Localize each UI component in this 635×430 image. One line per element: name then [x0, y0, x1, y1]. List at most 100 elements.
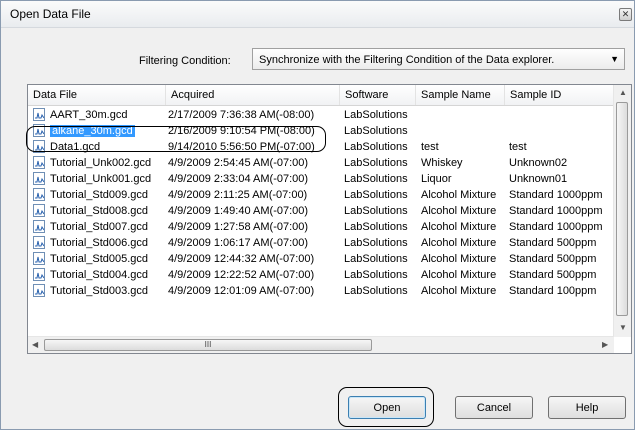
scroll-up-icon[interactable]: ▲: [619, 88, 627, 97]
window-title: Open Data File: [10, 7, 91, 21]
file-name-text: Tutorial_Std006.gcd: [50, 237, 149, 249]
sample-name-cell: Alcohol Mixture: [421, 285, 497, 297]
list-header: Data File Acquired Software Sample Name …: [28, 85, 614, 106]
scroll-grip: III: [204, 340, 212, 349]
software-cell: LabSolutions: [344, 285, 408, 297]
file-name-cell: Tutorial_Unk001.gcd: [50, 172, 156, 186]
vertical-scrollbar[interactable]: ▲ ▼: [613, 85, 631, 337]
software-cell: LabSolutions: [344, 125, 408, 137]
file-name-text: Tutorial_Std003.gcd: [50, 285, 149, 297]
acquired-cell: 4/9/2009 1:27:58 AM(-07:00): [168, 221, 309, 233]
acquired-cell: 2/17/2009 7:36:38 AM(-08:00): [168, 109, 315, 121]
software-cell: LabSolutions: [344, 189, 408, 201]
chromatogram-file-icon: [33, 252, 45, 265]
file-name-text: Data1.gcd: [50, 141, 101, 153]
scroll-left-icon[interactable]: ◀: [32, 340, 38, 349]
file-name-cell: Tutorial_Std005.gcd: [50, 252, 156, 266]
chevron-down-icon[interactable]: ▼: [610, 54, 619, 64]
software-cell: LabSolutions: [344, 221, 408, 233]
table-row[interactable]: Tutorial_Std005.gcd 4/9/2009 12:44:32 AM(…: [28, 251, 614, 267]
software-cell: LabSolutions: [344, 269, 408, 281]
table-row[interactable]: Tutorial_Std003.gcd 4/9/2009 12:01:09 AM(…: [28, 283, 614, 299]
file-name-text: alkane_30m.gcd: [50, 125, 135, 137]
acquired-cell: 4/9/2009 12:01:09 AM(-07:00): [168, 285, 315, 297]
table-row[interactable]: alkane_30m.gcd 2/16/2009 9:10:54 PM(-08:0…: [28, 123, 614, 139]
sample-name-cell: Whiskey: [421, 157, 463, 169]
sample-name-cell: Alcohol Mixture: [421, 221, 497, 233]
column-header-data-file[interactable]: Data File: [28, 85, 166, 105]
file-name-cell: Data1.gcd: [50, 140, 156, 154]
sample-id-cell: Standard 500ppm: [509, 269, 597, 281]
scroll-down-icon[interactable]: ▼: [619, 323, 627, 332]
sample-id-cell: Unknown02: [509, 157, 568, 169]
horizontal-scrollbar[interactable]: ◀ III ▶: [28, 336, 614, 353]
sample-name-cell: Alcohol Mixture: [421, 253, 497, 265]
sample-name-cell: Alcohol Mixture: [421, 205, 497, 217]
file-name-cell: alkane_30m.gcd: [50, 124, 156, 138]
software-cell: LabSolutions: [344, 237, 408, 249]
file-name-cell: AART_30m.gcd: [50, 108, 156, 122]
sample-name-cell: test: [421, 141, 439, 153]
chromatogram-file-icon: [33, 236, 45, 249]
software-cell: LabSolutions: [344, 141, 408, 153]
sample-id-cell: Standard 100ppm: [509, 285, 597, 297]
chromatogram-file-icon: [33, 124, 45, 137]
software-cell: LabSolutions: [344, 205, 408, 217]
filtering-condition-select[interactable]: Synchronize with the Filtering Condition…: [252, 48, 625, 70]
table-row[interactable]: Tutorial_Std008.gcd 4/9/2009 1:49:40 AM(-…: [28, 203, 614, 219]
vertical-scroll-thumb[interactable]: [616, 102, 628, 316]
file-name-cell: Tutorial_Std006.gcd: [50, 236, 156, 250]
table-row[interactable]: Tutorial_Std004.gcd 4/9/2009 12:22:52 AM(…: [28, 267, 614, 283]
sample-id-cell: test: [509, 141, 527, 153]
chromatogram-file-icon: [33, 140, 45, 153]
chromatogram-file-icon: [33, 172, 45, 185]
acquired-cell: 4/9/2009 12:22:52 AM(-07:00): [168, 269, 315, 281]
sample-name-cell: Alcohol Mixture: [421, 237, 497, 249]
column-header-sample-name[interactable]: Sample Name: [416, 85, 505, 105]
sample-id-cell: Unknown01: [509, 173, 568, 185]
sample-name-cell: Alcohol Mixture: [421, 269, 497, 281]
column-header-software[interactable]: Software: [340, 85, 416, 105]
software-cell: LabSolutions: [344, 157, 408, 169]
file-name-cell: Tutorial_Std007.gcd: [50, 220, 156, 234]
chromatogram-file-icon: [33, 156, 45, 169]
file-name-text: Tutorial_Std005.gcd: [50, 253, 149, 265]
close-icon[interactable]: ✕: [619, 8, 632, 21]
acquired-cell: 2/16/2009 9:10:54 PM(-08:00): [168, 125, 315, 137]
table-row[interactable]: Tutorial_Std006.gcd 4/9/2009 1:06:17 AM(-…: [28, 235, 614, 251]
help-button[interactable]: Help: [548, 396, 626, 419]
cancel-button[interactable]: Cancel: [455, 396, 533, 419]
software-cell: LabSolutions: [344, 173, 408, 185]
table-row[interactable]: Tutorial_Unk001.gcd 4/9/2009 2:33:04 AM(-…: [28, 171, 614, 187]
open-data-file-dialog: Open Data File ✕ Filtering Condition: Sy…: [0, 0, 635, 430]
acquired-cell: 4/9/2009 2:11:25 AM(-07:00): [168, 189, 308, 201]
table-row[interactable]: AART_30m.gcd 2/17/2009 7:36:38 AM(-08:00)…: [28, 107, 614, 123]
file-name-text: Tutorial_Std008.gcd: [50, 205, 149, 217]
acquired-cell: 4/9/2009 1:06:17 AM(-07:00): [168, 237, 309, 249]
table-row[interactable]: Tutorial_Unk002.gcd 4/9/2009 2:54:45 AM(-…: [28, 155, 614, 171]
open-button[interactable]: Open: [348, 396, 426, 419]
acquired-cell: 4/9/2009 12:44:32 AM(-07:00): [168, 253, 315, 265]
chromatogram-file-icon: [33, 220, 45, 233]
chromatogram-file-icon: [33, 188, 45, 201]
table-row[interactable]: Tutorial_Std007.gcd 4/9/2009 1:27:58 AM(-…: [28, 219, 614, 235]
file-name-cell: Tutorial_Std008.gcd: [50, 204, 156, 218]
table-row[interactable]: Data1.gcd 9/14/2010 5:56:50 PM(-07:00) Lab…: [28, 139, 614, 155]
chromatogram-file-icon: [33, 204, 45, 217]
filtering-condition-value: Synchronize with the Filtering Condition…: [259, 54, 555, 66]
file-name-text: Tutorial_Std009.gcd: [50, 189, 149, 201]
data-file-list[interactable]: Data File Acquired Software Sample Name …: [27, 84, 632, 354]
list-rows: AART_30m.gcd 2/17/2009 7:36:38 AM(-08:00)…: [28, 107, 614, 339]
column-header-sample-id[interactable]: Sample ID: [505, 85, 614, 105]
sample-name-cell: Alcohol Mixture: [421, 189, 497, 201]
acquired-cell: 9/14/2010 5:56:50 PM(-07:00): [168, 141, 315, 153]
column-header-acquired[interactable]: Acquired: [166, 85, 340, 105]
sample-id-cell: Standard 1000ppm: [509, 189, 603, 201]
table-row[interactable]: Tutorial_Std009.gcd 4/9/2009 2:11:25 AM(-…: [28, 187, 614, 203]
horizontal-scroll-thumb[interactable]: III: [44, 339, 372, 351]
title-bar: Open Data File ✕: [1, 1, 634, 28]
scroll-right-icon[interactable]: ▶: [602, 340, 608, 349]
software-cell: LabSolutions: [344, 109, 408, 121]
acquired-cell: 4/9/2009 2:54:45 AM(-07:00): [168, 157, 309, 169]
software-cell: LabSolutions: [344, 253, 408, 265]
